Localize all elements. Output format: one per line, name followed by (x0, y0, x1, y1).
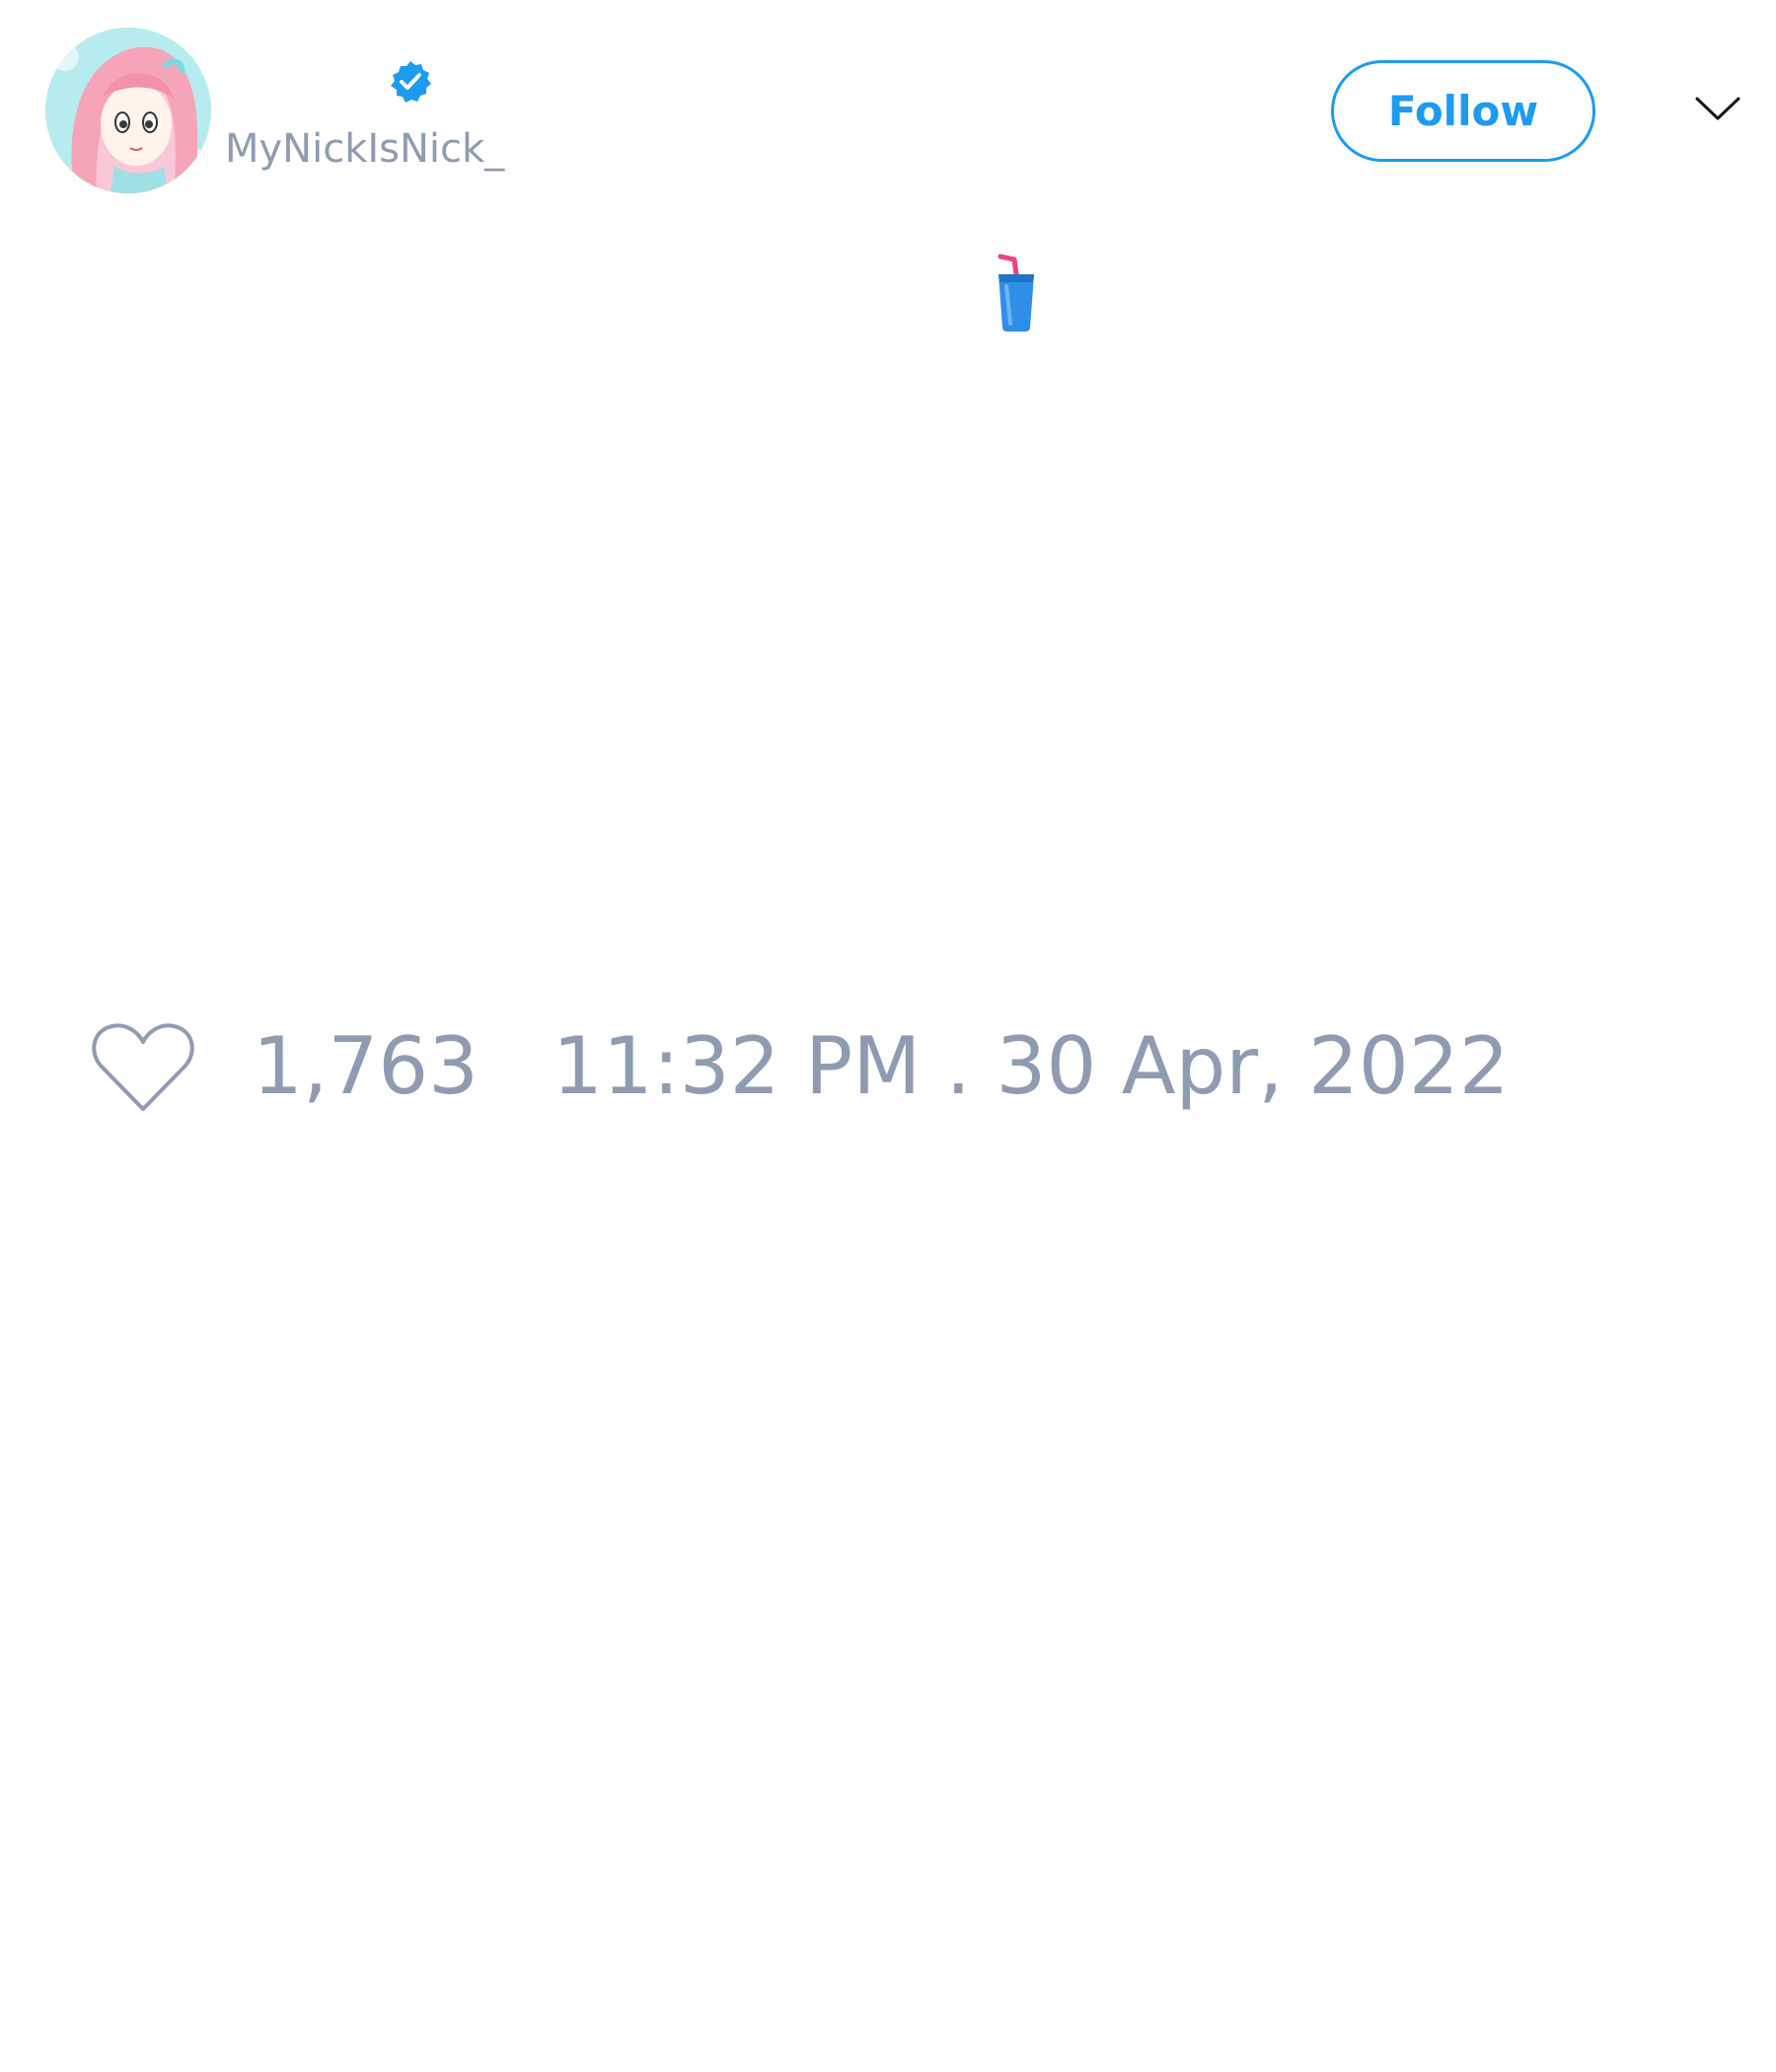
tweet-text (987, 253, 1046, 332)
heart-icon[interactable] (89, 1018, 197, 1117)
tweet-card: MyNickIsNick_ Follow 1,763 11:32 PM . 30… (0, 0, 1776, 2072)
chevron-down-icon[interactable] (1693, 91, 1742, 126)
avatar-image (45, 28, 211, 193)
follow-button[interactable]: Follow (1331, 60, 1595, 162)
verified-badge-icon (391, 61, 431, 103)
timestamp[interactable]: 11:32 PM . 30 Apr, 2022 (553, 1020, 1510, 1112)
like-count[interactable]: 1,763 (253, 1020, 479, 1112)
avatar[interactable] (45, 28, 211, 193)
cup-with-straw-icon (998, 254, 1034, 332)
author-handle[interactable]: MyNickIsNick_ (225, 126, 504, 172)
